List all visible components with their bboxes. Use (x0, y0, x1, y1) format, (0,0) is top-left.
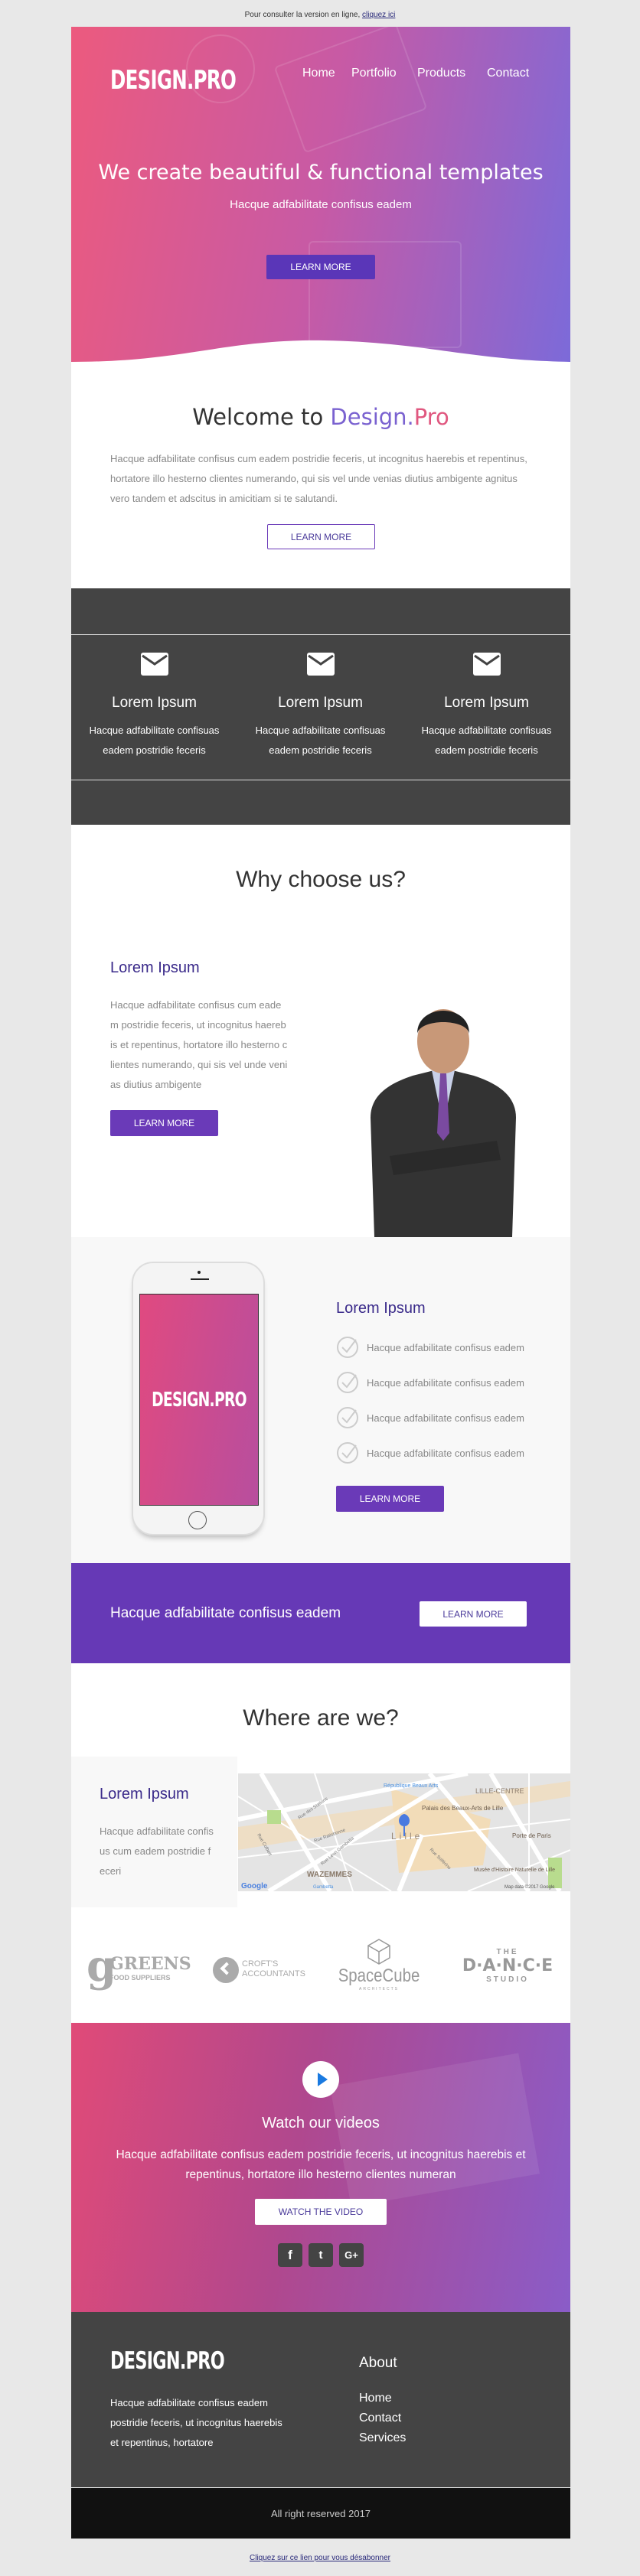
feature-card: Lorem Ipsum Hacque adfabilitate confisua… (403, 653, 570, 760)
check-item: Hacque adfabilitate confisus eadem (336, 1336, 524, 1359)
location-title: Where are we? (243, 1705, 399, 1731)
why-section: Why choose us? Lorem Ipsum Hacque adfabi… (71, 825, 570, 1237)
svg-text:Palais des Beaux-Arts de Lille: Palais des Beaux-Arts de Lille (422, 1805, 504, 1812)
welcome-text: Hacque adfabilitate confisus cum eadem p… (110, 453, 527, 504)
cta-learn-more-button[interactable]: LEARN MORE (420, 1601, 527, 1627)
welcome-title: Welcome to Design.Pro (192, 404, 449, 430)
twitter-icon[interactable]: t (309, 2243, 333, 2267)
check-circle-icon (337, 1372, 358, 1393)
why-text: Hacque adfabilitate confisus cum eadem p… (110, 999, 288, 1090)
footer-link-services[interactable]: Services (359, 2431, 406, 2445)
partner-logo-dance-studio: THE D·A·N·C·E STUDIO (462, 1948, 553, 1984)
nav-products[interactable]: Products (417, 67, 465, 80)
watch-video-button[interactable]: WATCH THE VIDEO (255, 2199, 387, 2225)
envelope-icon (472, 653, 501, 676)
partner-logo-crofts: CROFT'S ACCOUNTANTS (213, 1957, 312, 1988)
location-section: Where are we? Lorem Ipsum Hacque adfabil… (71, 1663, 570, 2023)
svg-text:WAZEMMES: WAZEMMES (307, 1871, 352, 1879)
unsubscribe-link[interactable]: Cliquez sur ce lien pour vous désabonner (250, 2554, 390, 2562)
feature-title: Lorem Ipsum (278, 695, 363, 711)
nav-portfolio[interactable]: Portfolio (351, 67, 397, 80)
feature-text: Hacque adfabilitate confisuas eadem post… (89, 725, 220, 756)
check-circle-icon (337, 1407, 358, 1428)
location-heading: Lorem Ipsum (100, 1786, 189, 1803)
businessman-photo (371, 1009, 516, 1237)
check-item: Hacque adfabilitate confisus eadem (336, 1406, 524, 1429)
online-version-text: Pour consulter la version en ligne, (244, 11, 361, 19)
footer-link-home[interactable]: Home (359, 2392, 406, 2405)
feature-card: Lorem Ipsum Hacque adfabilitate confisua… (237, 653, 403, 760)
nav-contact[interactable]: Contact (487, 67, 529, 80)
app-heading: Lorem Ipsum (336, 1300, 426, 1317)
hero-title: We create beautiful & functional templat… (98, 161, 544, 184)
copyright-bar: All right reserved 2017 (71, 2488, 570, 2539)
check-circle-icon (337, 1337, 358, 1358)
copyright-text: All right reserved 2017 (270, 2507, 371, 2519)
why-heading: Lorem Ipsum (110, 959, 200, 976)
feature-title: Lorem Ipsum (444, 695, 529, 711)
svg-text:Gambetta: Gambetta (313, 1885, 334, 1890)
why-title: Why choose us? (236, 867, 406, 892)
svg-text:Musée d'Histoire Naturelle de: Musée d'Histoire Naturelle de Lille (474, 1868, 555, 1873)
hero-subtitle: Hacque adfabilitate confisus eadem (230, 198, 412, 211)
features-section: Lorem Ipsum Hacque adfabilitate confisua… (71, 588, 570, 825)
phone-screen: DESIGN.PRO (139, 1294, 259, 1506)
google-plus-icon[interactable]: G+ (339, 2243, 364, 2267)
video-section: Watch our videos Hacque adfabilitate con… (71, 2023, 570, 2312)
footer-logo: DESIGN.PRO (110, 2347, 225, 2375)
envelope-icon (140, 653, 168, 676)
check-item: Hacque adfabilitate confisus eadem (336, 1441, 524, 1464)
svg-text:République Beaux Arts: République Beaux Arts (384, 1783, 439, 1789)
app-section: DESIGN.PRO Lorem Ipsum Hacque adfabilita… (71, 1237, 570, 1563)
cube-icon (367, 1939, 390, 1965)
check-item: Hacque adfabilitate confisus eadem (336, 1371, 524, 1394)
welcome-learn-more-button[interactable]: LEARN MORE (267, 524, 375, 549)
footer-links-title: About (359, 2355, 397, 2371)
map[interactable]: République Beaux Arts LILLE-CENTRE Palai… (238, 1773, 570, 1891)
why-learn-more-button[interactable]: LEARN MORE (110, 1110, 218, 1136)
nav-home[interactable]: Home (302, 67, 335, 80)
hero: DESIGN.PRO Home Portfolio Products Conta… (71, 27, 570, 362)
svg-text:Google: Google (241, 1882, 268, 1890)
svg-text:Lille: Lille (391, 1831, 423, 1842)
app-learn-more-button[interactable]: LEARN MORE (336, 1486, 444, 1512)
play-icon (318, 2073, 328, 2086)
check-circle-icon (337, 1442, 358, 1464)
cta-text: Hacque adfabilitate confisus eadem (110, 1605, 341, 1621)
svg-text:Porte de Paris: Porte de Paris (512, 1832, 551, 1839)
video-title: Watch our videos (262, 2115, 380, 2131)
feature-text: Hacque adfabilitate confisuas eadem post… (255, 725, 386, 756)
brand-logo[interactable]: DESIGN.PRO (110, 65, 285, 96)
svg-text:Map data ©2017 Google: Map data ©2017 Google (504, 1884, 555, 1890)
footer-text: Hacque adfabilitate confisus eadem postr… (110, 2397, 282, 2448)
envelope-icon (306, 653, 335, 676)
welcome-section: Welcome to Design.Pro Hacque adfabilitat… (71, 362, 570, 588)
cta-band: Hacque adfabilitate confisus eadem LEARN… (71, 1563, 570, 1663)
facebook-icon[interactable]: f (278, 2243, 302, 2267)
location-text: Hacque adfabilitate confisus cum eadem p… (100, 1825, 214, 1877)
footer-link-contact[interactable]: Contact (359, 2412, 406, 2425)
phone-mockup: DESIGN.PRO (132, 1262, 265, 1536)
feature-title: Lorem Ipsum (112, 695, 197, 711)
svg-text:LILLE-CENTRE: LILLE-CENTRE (475, 1787, 524, 1795)
play-button[interactable] (302, 2061, 339, 2098)
partner-logo-spacecube: SpaceCube ARCHITECTS (329, 1939, 429, 2000)
video-text: Hacque adfabilitate confisus eadem postr… (116, 2148, 526, 2181)
footer-links: Home Contact Services (359, 2392, 406, 2451)
online-version-bar: Pour consulter la version en ligne, cliq… (0, 11, 640, 19)
wave-divider (71, 340, 570, 362)
feature-text: Hacque adfabilitate confisuas eadem post… (421, 725, 552, 756)
unsubscribe-bar: Cliquez sur ce lien pour vous désabonner (0, 2554, 640, 2562)
feature-card: Lorem Ipsum Hacque adfabilitate confisua… (71, 653, 237, 760)
online-version-link[interactable]: cliquez ici (362, 11, 395, 19)
footer: DESIGN.PRO Hacque adfabilitate confisus … (71, 2312, 570, 2487)
location-info: Lorem Ipsum Hacque adfabilitate confisus… (71, 1757, 237, 1907)
hero-learn-more-button[interactable]: LEARN MORE (266, 255, 375, 279)
partner-logo-greens: g GREENS FOOD SUPPLIERS (87, 1941, 191, 1991)
